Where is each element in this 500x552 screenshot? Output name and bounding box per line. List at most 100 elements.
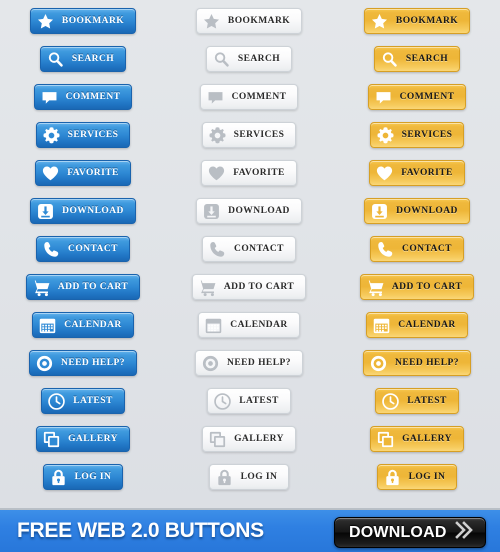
cart-icon (366, 278, 385, 297)
heart-button-blue[interactable]: FAVORITE (35, 160, 131, 186)
button-label: BOOKMARK (61, 15, 125, 26)
star-icon (370, 12, 389, 31)
gallery-icon (376, 430, 395, 449)
button-row: BOOKMARK (334, 2, 500, 40)
button-label: LATEST (407, 395, 447, 406)
button-row: BOOKMARK (0, 2, 166, 40)
comment-button-yellow[interactable]: COMMENT (367, 84, 467, 110)
button-row: LOG IN (334, 458, 500, 496)
heart-button-yellow[interactable]: FAVORITE (369, 160, 465, 186)
button-label: NEED HELP? (395, 357, 459, 368)
button-label: NEED HELP? (61, 357, 125, 368)
gallery-button-blue[interactable]: GALLERY (36, 426, 130, 452)
button-row: ADD TO CART (166, 268, 332, 306)
button-column-blue: BOOKMARK SEARCH COMMENT SERVICES FAVORITE DOW… (0, 0, 166, 508)
button-label: FAVORITE (401, 167, 453, 178)
button-row: SERVICES (166, 116, 332, 154)
calendar-button-yellow[interactable]: CALENDAR (366, 312, 468, 338)
button-label: FAVORITE (67, 167, 119, 178)
calendar-icon (204, 316, 223, 335)
phone-button-white[interactable]: CONTACT (202, 236, 296, 262)
lock-button-white[interactable]: LOG IN (208, 464, 290, 490)
lock-icon (49, 468, 68, 487)
gallery-button-yellow[interactable]: GALLERY (370, 426, 464, 452)
button-row: DOWNLOAD (334, 192, 500, 230)
lock-icon (383, 468, 402, 487)
cart-button-white[interactable]: ADD TO CART (191, 274, 307, 300)
download-button-white[interactable]: DOWNLOAD (196, 198, 302, 224)
button-label: LATEST (73, 395, 113, 406)
star-button-yellow[interactable]: BOOKMARK (363, 8, 471, 34)
lifering-button-blue[interactable]: NEED HELP? (29, 350, 137, 376)
gear-icon (208, 126, 227, 145)
button-row: SEARCH (334, 40, 500, 78)
calendar-button-white[interactable]: CALENDAR (198, 312, 300, 338)
button-label: ADD TO CART (391, 281, 463, 292)
cart-button-blue[interactable]: ADD TO CART (25, 274, 141, 300)
heart-button-white[interactable]: FAVORITE (201, 160, 297, 186)
search-icon (212, 50, 231, 69)
clock-button-blue[interactable]: LATEST (41, 388, 125, 414)
button-row: CONTACT (166, 230, 332, 268)
download-icon (202, 202, 221, 221)
search-icon (46, 50, 65, 69)
star-button-blue[interactable]: BOOKMARK (29, 8, 137, 34)
heart-icon (375, 164, 394, 183)
button-label: ADD TO CART (223, 281, 295, 292)
clock-button-white[interactable]: LATEST (207, 388, 291, 414)
lifering-button-white[interactable]: NEED HELP? (195, 350, 303, 376)
cart-icon (32, 278, 51, 297)
button-label: GALLERY (402, 433, 452, 444)
button-label: LOG IN (240, 471, 278, 482)
button-row: SEARCH (0, 40, 166, 78)
button-row: LOG IN (166, 458, 332, 496)
button-row: BOOKMARK (166, 2, 332, 40)
button-row: NEED HELP? (334, 344, 500, 382)
clock-button-yellow[interactable]: LATEST (375, 388, 459, 414)
gear-button-blue[interactable]: SERVICES (35, 122, 131, 148)
button-label: LOG IN (408, 471, 446, 482)
download-button[interactable]: DOWNLOAD (334, 517, 486, 548)
star-button-white[interactable]: BOOKMARK (195, 8, 303, 34)
download-button-yellow[interactable]: DOWNLOAD (364, 198, 470, 224)
lock-button-yellow[interactable]: LOG IN (376, 464, 458, 490)
button-label: CONTACT (68, 243, 118, 254)
cart-button-yellow[interactable]: ADD TO CART (359, 274, 475, 300)
gear-button-white[interactable]: SERVICES (201, 122, 297, 148)
button-row: SERVICES (0, 116, 166, 154)
button-column-white: BOOKMARK SEARCH COMMENT SERVICES FAVORITE DOW… (166, 0, 332, 508)
download-button-blue[interactable]: DOWNLOAD (30, 198, 136, 224)
lock-icon (215, 468, 234, 487)
heart-icon (207, 164, 226, 183)
button-row: GALLERY (334, 420, 500, 458)
double-chevron-right-icon (454, 521, 475, 544)
button-label: CONTACT (402, 243, 452, 254)
phone-icon (376, 240, 395, 259)
lock-button-blue[interactable]: LOG IN (42, 464, 124, 490)
search-button-yellow[interactable]: SEARCH (373, 46, 461, 72)
phone-icon (42, 240, 61, 259)
button-label: DOWNLOAD (228, 205, 290, 216)
button-label: SEARCH (405, 53, 449, 64)
lifering-button-yellow[interactable]: NEED HELP? (363, 350, 471, 376)
star-icon (202, 12, 221, 31)
heart-icon (41, 164, 60, 183)
button-row: CONTACT (0, 230, 166, 268)
button-row: CALENDAR (166, 306, 332, 344)
gallery-icon (42, 430, 61, 449)
button-row: COMMENT (166, 78, 332, 116)
button-label: LOG IN (74, 471, 112, 482)
calendar-icon (372, 316, 391, 335)
search-button-blue[interactable]: SEARCH (39, 46, 127, 72)
button-row: NEED HELP? (166, 344, 332, 382)
phone-button-blue[interactable]: CONTACT (36, 236, 130, 262)
gear-button-yellow[interactable]: SERVICES (369, 122, 465, 148)
calendar-button-blue[interactable]: CALENDAR (32, 312, 134, 338)
phone-button-yellow[interactable]: CONTACT (370, 236, 464, 262)
comment-button-blue[interactable]: COMMENT (33, 84, 133, 110)
comment-button-white[interactable]: COMMENT (199, 84, 299, 110)
gallery-button-white[interactable]: GALLERY (202, 426, 296, 452)
button-row: DOWNLOAD (0, 192, 166, 230)
search-button-white[interactable]: SEARCH (205, 46, 293, 72)
lifering-icon (35, 354, 54, 373)
